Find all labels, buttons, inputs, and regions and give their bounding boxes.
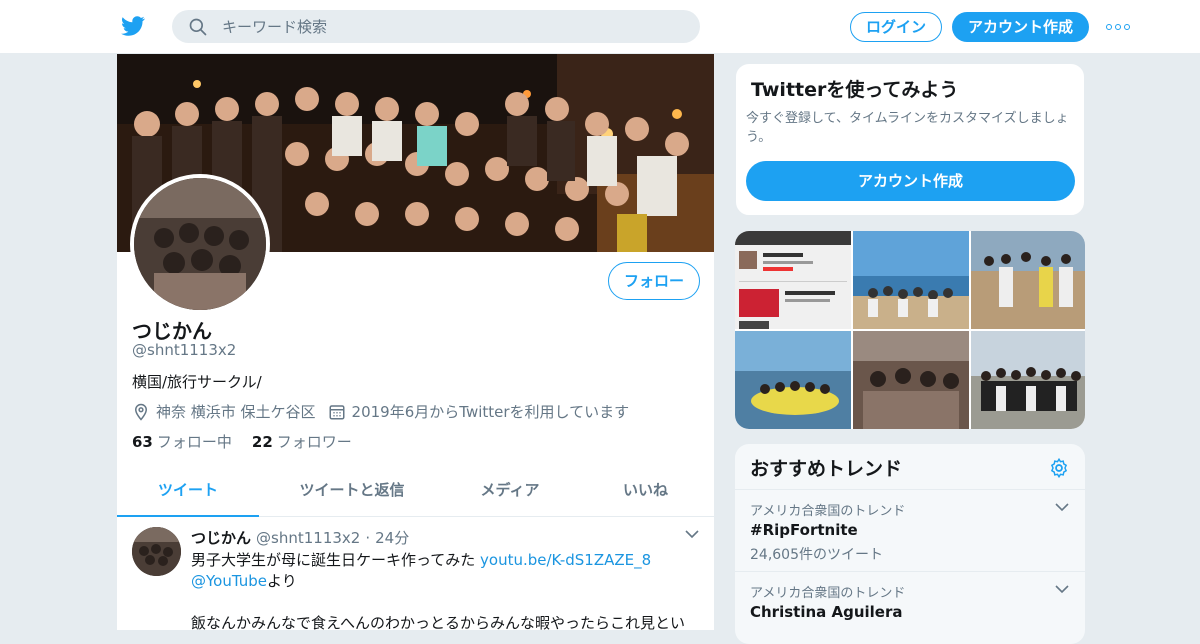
top-navigation-bar: ログイン アカウント作成 xyxy=(0,0,1200,54)
profile-name: つじかん xyxy=(132,319,212,343)
trend-name[interactable]: #RipFortnite xyxy=(750,521,858,539)
tab-media[interactable]: メディア xyxy=(445,466,575,517)
tab-tweets-and-replies[interactable]: ツイートと返信 xyxy=(259,466,445,517)
search-box[interactable] xyxy=(172,10,700,43)
signup-card-title: Twitterを使ってみよう xyxy=(751,79,959,101)
calendar-icon xyxy=(329,404,345,419)
chevron-down-icon[interactable] xyxy=(685,529,699,539)
signup-card-button[interactable]: アカウント作成 xyxy=(746,161,1075,201)
trends-title: おすすめトレンド xyxy=(750,458,903,480)
trend-context: アメリカ合衆国のトレンド xyxy=(750,586,906,601)
profile-location: 神奈 横浜市 保土ケ谷区 xyxy=(156,403,316,421)
tab-tweets[interactable]: ツイート xyxy=(117,466,259,517)
chevron-down-icon[interactable] xyxy=(1055,584,1069,594)
tweet-avatar[interactable] xyxy=(132,527,181,576)
profile-stats: 63 フォロー中 22 フォロワー xyxy=(132,431,352,452)
media-thumbnail[interactable] xyxy=(735,231,851,329)
chevron-down-icon[interactable] xyxy=(1055,502,1069,512)
trend-name[interactable]: Christina Aguilera xyxy=(750,603,903,621)
trend-tweet-count: 24,605件のツイート xyxy=(750,547,883,563)
follow-button[interactable]: フォロー xyxy=(608,262,700,300)
signup-card-description: 今すぐ登録して、タイムラインをカスタマイズしましょう。 xyxy=(746,111,1069,145)
profile-column: フォロー つじかん @shnt1113x2 横国/旅行サークル/ 神奈 横浜市 … xyxy=(116,54,715,630)
tweet-link-youtube[interactable]: youtu.be/K-dS1ZAZE_8 xyxy=(480,551,651,569)
media-thumbnail[interactable] xyxy=(853,231,969,329)
profile-tabs: ツイート ツイートと返信 メディア いいね xyxy=(117,466,714,517)
trend-item[interactable]: アメリカ合衆国のトレンド #RipFortnite 24,605件のツイート xyxy=(735,489,1085,571)
tweet-timestamp[interactable]: 24分 xyxy=(375,527,409,548)
profile-bio: 横国/旅行サークル/ xyxy=(132,373,262,391)
media-thumbnail[interactable] xyxy=(735,331,851,429)
twitter-bird-icon[interactable] xyxy=(120,14,146,38)
signup-button[interactable]: アカウント作成 xyxy=(952,12,1089,42)
profile-joined-date: 2019年6月からTwitterを利用しています xyxy=(351,403,630,421)
media-thumbnail[interactable] xyxy=(971,231,1085,329)
login-button[interactable]: ログイン xyxy=(850,12,942,42)
tweet-author-handle[interactable]: @shnt1113x2 xyxy=(256,529,360,547)
gear-icon[interactable] xyxy=(1048,457,1070,479)
signup-card: Twitterを使ってみよう 今すぐ登録して、タイムラインをカスタマイズしましょ… xyxy=(735,63,1085,216)
trends-panel: おすすめトレンド アメリカ合衆国のトレンド #RipFortnite 24,60… xyxy=(735,444,1085,644)
location-pin-icon xyxy=(134,403,148,421)
tweet-header: つじかん @shnt1113x2 · 24分 xyxy=(191,527,409,548)
search-icon xyxy=(189,18,207,36)
media-gallery xyxy=(735,231,1085,429)
profile-handle[interactable]: @shnt1113x2 xyxy=(132,341,236,359)
search-input[interactable] xyxy=(222,10,682,43)
tweet-mention-youtube[interactable]: @YouTube xyxy=(191,572,267,590)
trend-item[interactable]: アメリカ合衆国のトレンド Christina Aguilera xyxy=(735,571,1085,644)
tab-likes[interactable]: いいね xyxy=(575,466,714,517)
tweet-separator: · xyxy=(365,529,371,547)
more-dots-icon[interactable] xyxy=(1106,24,1130,32)
profile-avatar[interactable] xyxy=(130,174,270,314)
tweet-text: 男子大学生が母に誕生日ケーキ作ってみた youtu.be/K-dS1ZAZE_8… xyxy=(191,551,685,630)
followers-stat[interactable]: 22 フォロワー xyxy=(252,431,352,452)
profile-meta: 神奈 横浜市 保土ケ谷区 2019年6月からTwitterを利用しています xyxy=(132,401,629,422)
trend-context: アメリカ合衆国のトレンド xyxy=(750,504,906,519)
media-thumbnail[interactable] xyxy=(853,331,969,429)
tweet-item[interactable]: つじかん @shnt1113x2 · 24分 男子大学生が母に誕生日ケーキ作って… xyxy=(117,517,714,630)
following-stat[interactable]: 63 フォロー中 xyxy=(132,431,232,452)
tweet-author-name[interactable]: つじかん xyxy=(191,527,251,548)
media-thumbnail[interactable] xyxy=(971,331,1085,429)
